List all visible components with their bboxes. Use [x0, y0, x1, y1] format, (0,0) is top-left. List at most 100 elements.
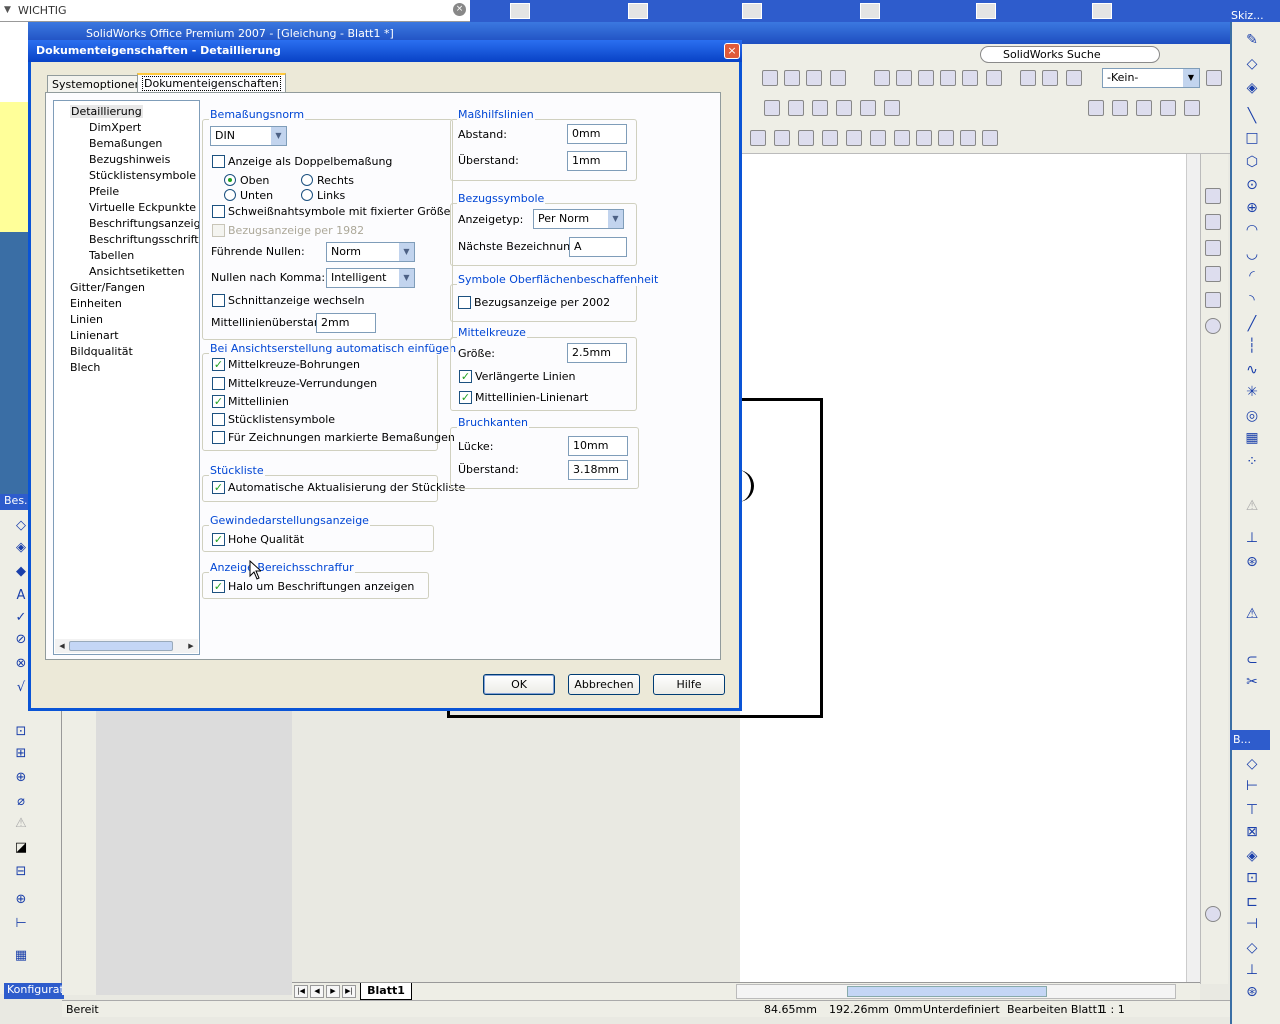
surface-finish-icon[interactable]: √	[13, 680, 29, 696]
anzeigetyp-select[interactable]: Per Norm ▼	[533, 209, 624, 229]
radio-unten[interactable]	[224, 189, 236, 201]
mittellinien-checkbox[interactable]: ✓	[212, 395, 225, 408]
annotation-icon[interactable]	[822, 130, 838, 146]
radio-rechts[interactable]	[301, 174, 313, 186]
taskbar-app-icon[interactable]	[1092, 3, 1112, 19]
view-left-icon[interactable]	[918, 70, 934, 86]
note-icon[interactable]: A	[13, 588, 29, 604]
norm-select[interactable]: DIN ▼	[210, 126, 287, 146]
tree-item[interactable]: Einheiten	[70, 297, 122, 310]
radio-links[interactable]	[301, 189, 313, 201]
rotate-icon[interactable]	[762, 70, 778, 86]
dimension-icon[interactable]: ◈	[1244, 80, 1260, 96]
solidworks-search[interactable]: SolidWorks Suche	[980, 46, 1160, 63]
arc-icon[interactable]: ◠	[1244, 222, 1260, 238]
pattern-icon[interactable]: ▦	[1244, 430, 1260, 446]
dimension-icon[interactable]: ⊡	[1244, 870, 1260, 886]
tree-item[interactable]: Tabellen	[89, 249, 134, 262]
abstand-input[interactable]: 0mm	[567, 124, 627, 144]
hohe-qualitaet-checkbox[interactable]: ✓	[212, 533, 225, 546]
canvas-vertical-scrollbar[interactable]	[1186, 154, 1200, 984]
dimension-icon[interactable]: ⊤	[1244, 802, 1260, 818]
datum-target-icon[interactable]: ⊕	[13, 770, 29, 786]
tree-item[interactable]: DimXpert	[89, 121, 141, 134]
dimension-icon[interactable]: ⊏	[1244, 894, 1260, 910]
annotation-icon[interactable]	[846, 130, 862, 146]
dimension-icon[interactable]: ⊠	[1244, 824, 1260, 840]
layer-icon[interactable]	[1206, 70, 1222, 86]
help-button[interactable]: Hilfe	[653, 674, 725, 695]
annotation-icon[interactable]	[750, 130, 766, 146]
dropdown-icon[interactable]: ▼	[4, 5, 11, 15]
close-icon[interactable]: ×	[724, 43, 740, 59]
annotation-icon[interactable]	[916, 130, 932, 146]
annotation-icon[interactable]	[982, 130, 998, 146]
dimension-icon[interactable]: ◈	[1244, 848, 1260, 864]
first-sheet-icon[interactable]: |◀	[294, 985, 308, 998]
warning-icon[interactable]: ⚠	[1244, 606, 1260, 622]
tree-item[interactable]: Bezugshinweis	[89, 153, 170, 166]
sheet-tab-blatt1[interactable]: Blatt1	[360, 983, 412, 1000]
dimension-icon[interactable]: ◇	[1244, 940, 1260, 956]
pattern-icon[interactable]: ⁘	[1244, 454, 1260, 470]
fuehrende-nullen-select[interactable]: Norm ▼	[326, 242, 415, 262]
options-tree[interactable]: Detaillierung DimXpert Bemaßungen Bezugs…	[53, 100, 200, 655]
point-icon[interactable]: ✳	[1244, 384, 1260, 400]
tree-item[interactable]: Beschriftungsanzeige	[89, 217, 199, 230]
dimension-icon[interactable]: ◈	[13, 540, 29, 556]
smart-dimension-icon[interactable]: ◇	[13, 518, 29, 534]
doppelbemassung-checkbox[interactable]	[212, 155, 225, 168]
line-style-icon[interactable]	[1160, 100, 1176, 116]
centerline-icon[interactable]: ┆	[1244, 338, 1260, 354]
annotation-icon[interactable]	[870, 130, 886, 146]
stuecklistensymbole-checkbox[interactable]	[212, 413, 225, 426]
display-style-icon[interactable]	[1066, 70, 1082, 86]
annotation-icon[interactable]	[960, 130, 976, 146]
annotation-icon[interactable]	[938, 130, 954, 146]
annotation-icon[interactable]	[894, 130, 910, 146]
stueckliste-auto-checkbox[interactable]: ✓	[212, 481, 225, 494]
naechste-bezeichnung-input[interactable]: A	[569, 237, 627, 257]
scroll-right-icon[interactable]: ▶	[185, 640, 197, 652]
dimension-icon[interactable]	[1184, 100, 1200, 116]
tree-item[interactable]: Pfeile	[89, 185, 119, 198]
tree-item[interactable]: Gitter/Fangen	[70, 281, 145, 294]
display-style-icon[interactable]	[1020, 70, 1036, 86]
ueberstand-input[interactable]: 1mm	[567, 151, 627, 171]
tree-item[interactable]: Linien	[70, 313, 103, 326]
halo-checkbox[interactable]: ✓	[212, 580, 225, 593]
relation-icon[interactable]: ⊥	[1244, 530, 1260, 546]
canvas-horizontal-scrollbar[interactable]	[736, 984, 1176, 999]
tab-systemoptionen[interactable]: Systemoptionen	[47, 75, 147, 93]
config-select[interactable]: -Kein- ▼	[1102, 68, 1200, 88]
expand-icon[interactable]	[1205, 906, 1221, 922]
tree-item[interactable]: Bemaßungen	[89, 137, 162, 150]
view-right-icon[interactable]	[940, 70, 956, 86]
line-thickness-icon[interactable]	[1136, 100, 1152, 116]
annotation-icon[interactable]	[798, 130, 814, 146]
tab-dokumenteigenschaften[interactable]: Dokumenteigenschaften	[137, 73, 286, 93]
scroll-left-icon[interactable]: ◀	[56, 640, 68, 652]
drawing-tool-icon[interactable]	[836, 100, 852, 116]
search-icon[interactable]	[1205, 266, 1221, 282]
tree-item[interactable]: Stücklistensymbole	[89, 169, 196, 182]
centerline-icon[interactable]: ⊢	[13, 916, 29, 932]
drawing-tool-icon[interactable]	[764, 100, 780, 116]
top-search-bar[interactable]: ▼ WICHTIG ×	[0, 0, 470, 22]
datum-icon[interactable]: ⊞	[13, 746, 29, 762]
tree-item[interactable]: Beschriftungsschriftart	[89, 233, 199, 246]
taskbar-app-icon[interactable]	[742, 3, 762, 19]
drawing-tool-icon[interactable]	[788, 100, 804, 116]
bezug2002-checkbox[interactable]	[458, 296, 471, 309]
mittellinienueberstand-input[interactable]: 2mm	[316, 313, 376, 333]
drawing-tool-icon[interactable]	[860, 100, 876, 116]
taskbar-app-icon[interactable]	[510, 3, 530, 19]
tree-item[interactable]: Blech	[70, 361, 100, 374]
view-top-icon[interactable]	[962, 70, 978, 86]
text-icon[interactable]: ◎	[1244, 408, 1260, 424]
next-sheet-icon[interactable]: ▶	[326, 985, 340, 998]
tree-item-detaillierung[interactable]: Detaillierung	[70, 105, 143, 118]
dimension-icon[interactable]: ⊥	[1244, 962, 1260, 978]
mittelkreuze-verrundungen-checkbox[interactable]	[212, 377, 225, 390]
spline-icon[interactable]: ∿	[1244, 362, 1260, 378]
